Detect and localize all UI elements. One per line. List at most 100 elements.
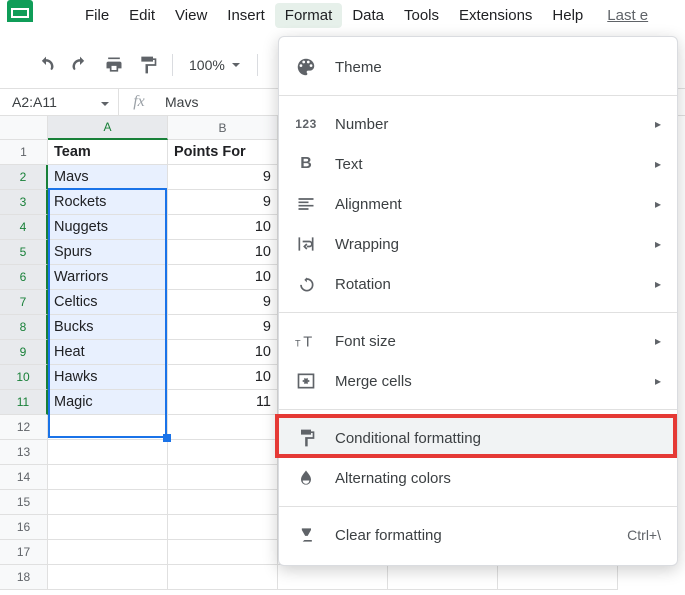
cell[interactable]: 10 <box>168 240 278 265</box>
menu-item-label: Alignment <box>335 196 639 213</box>
cell[interactable]: 9 <box>168 165 278 190</box>
menu-item-alternating-colors[interactable]: Alternating colors <box>279 458 677 498</box>
cell[interactable]: 9 <box>168 315 278 340</box>
cell[interactable]: Magic <box>48 390 168 415</box>
menu-insert[interactable]: Insert <box>217 3 275 28</box>
cell[interactable]: 10 <box>168 215 278 240</box>
name-box[interactable]: A2:A11 <box>0 89 118 115</box>
menu-item-alignment[interactable]: Alignment▸ <box>279 184 677 224</box>
col-header-B[interactable]: B <box>168 116 278 140</box>
cell[interactable]: Heat <box>48 340 168 365</box>
menu-edit[interactable]: Edit <box>119 3 165 28</box>
row-header[interactable]: 15 <box>0 490 48 515</box>
cell[interactable] <box>48 515 168 540</box>
row-header[interactable]: 4 <box>0 215 48 240</box>
col-header-A[interactable]: A <box>48 116 168 140</box>
cell[interactable]: 10 <box>168 340 278 365</box>
cell[interactable] <box>278 565 388 590</box>
menu-format[interactable]: Format <box>275 3 343 28</box>
row-header[interactable]: 10 <box>0 365 48 390</box>
select-all-corner[interactable] <box>0 116 48 140</box>
cell[interactable] <box>48 415 168 440</box>
row-header[interactable]: 9 <box>0 340 48 365</box>
row-header[interactable]: 13 <box>0 440 48 465</box>
paint-format-button[interactable] <box>132 49 164 81</box>
cell[interactable]: Mavs <box>48 165 168 190</box>
row-header[interactable]: 12 <box>0 415 48 440</box>
row-header[interactable]: 6 <box>0 265 48 290</box>
menu-item-merge-cells[interactable]: Merge cells▸ <box>279 361 677 401</box>
menu-item-number[interactable]: 123Number▸ <box>279 104 677 144</box>
print-button[interactable] <box>98 49 130 81</box>
cell[interactable]: Spurs <box>48 240 168 265</box>
formula-value: Mavs <box>165 94 198 110</box>
cell[interactable] <box>168 440 278 465</box>
row-header[interactable]: 2 <box>0 165 48 190</box>
menu-view[interactable]: View <box>165 3 217 28</box>
cell[interactable]: Hawks <box>48 365 168 390</box>
fx-icon: fx <box>119 93 159 111</box>
undo-button[interactable] <box>30 49 62 81</box>
cell[interactable] <box>48 465 168 490</box>
cell[interactable] <box>48 490 168 515</box>
row-header[interactable]: 17 <box>0 540 48 565</box>
toolbar: 100% <box>30 45 264 85</box>
svg-text:T: T <box>303 335 312 351</box>
cell[interactable] <box>168 515 278 540</box>
row-header[interactable]: 14 <box>0 465 48 490</box>
cell[interactable]: Points For <box>168 140 278 165</box>
cell[interactable]: 10 <box>168 365 278 390</box>
menu-item-label: Alternating colors <box>335 470 661 487</box>
row-header[interactable]: 8 <box>0 315 48 340</box>
menu-item-label: Merge cells <box>335 373 639 390</box>
cell[interactable]: 9 <box>168 290 278 315</box>
cell[interactable]: Team <box>48 140 168 165</box>
menu-data[interactable]: Data <box>342 3 394 28</box>
row-header[interactable]: 7 <box>0 290 48 315</box>
redo-button[interactable] <box>64 49 96 81</box>
row-header[interactable]: 3 <box>0 190 48 215</box>
cell[interactable] <box>498 565 618 590</box>
cell[interactable]: Rockets <box>48 190 168 215</box>
cell[interactable]: Warriors <box>48 265 168 290</box>
menu-help[interactable]: Help <box>542 3 593 28</box>
submenu-arrow-icon: ▸ <box>655 237 661 251</box>
cell[interactable] <box>48 565 168 590</box>
row-header[interactable]: 18 <box>0 565 48 590</box>
menu-item-theme[interactable]: Theme <box>279 47 677 87</box>
cell[interactable] <box>168 465 278 490</box>
row-header[interactable]: 11 <box>0 390 48 415</box>
cell[interactable] <box>388 565 498 590</box>
last-edit-link[interactable]: Last e <box>593 7 648 24</box>
menu-item-label: Wrapping <box>335 236 639 253</box>
menu-item-wrapping[interactable]: Wrapping ▸ <box>279 224 677 264</box>
zoom-value: 100% <box>189 57 225 73</box>
cell[interactable] <box>168 490 278 515</box>
zoom-dropdown[interactable]: 100% <box>181 57 249 73</box>
cell[interactable]: 11 <box>168 390 278 415</box>
menu-tools[interactable]: Tools <box>394 3 449 28</box>
cell[interactable] <box>168 415 278 440</box>
row-header[interactable]: 16 <box>0 515 48 540</box>
cell[interactable]: 10 <box>168 265 278 290</box>
cell[interactable]: Nuggets <box>48 215 168 240</box>
cell[interactable] <box>168 565 278 590</box>
cell[interactable] <box>48 540 168 565</box>
sheets-app-icon[interactable] <box>0 0 40 30</box>
menu-item-clear-formatting[interactable]: Clear formattingCtrl+\ <box>279 515 677 555</box>
cell[interactable] <box>168 540 278 565</box>
menu-extensions[interactable]: Extensions <box>449 3 542 28</box>
menu-item-rotation[interactable]: Rotation▸ <box>279 264 677 304</box>
cell[interactable] <box>48 440 168 465</box>
menu-item-text[interactable]: BText▸ <box>279 144 677 184</box>
theme-icon <box>293 54 319 80</box>
menu-file[interactable]: File <box>75 3 119 28</box>
row-header[interactable]: 5 <box>0 240 48 265</box>
row-header[interactable]: 1 <box>0 140 48 165</box>
menu-item-conditional-formatting[interactable]: Conditional formatting <box>279 418 677 458</box>
cell[interactable]: 9 <box>168 190 278 215</box>
menu-item-label: Font size <box>335 333 639 350</box>
cell[interactable]: Bucks <box>48 315 168 340</box>
cell[interactable]: Celtics <box>48 290 168 315</box>
menu-item-font-size[interactable]: TTFont size▸ <box>279 321 677 361</box>
